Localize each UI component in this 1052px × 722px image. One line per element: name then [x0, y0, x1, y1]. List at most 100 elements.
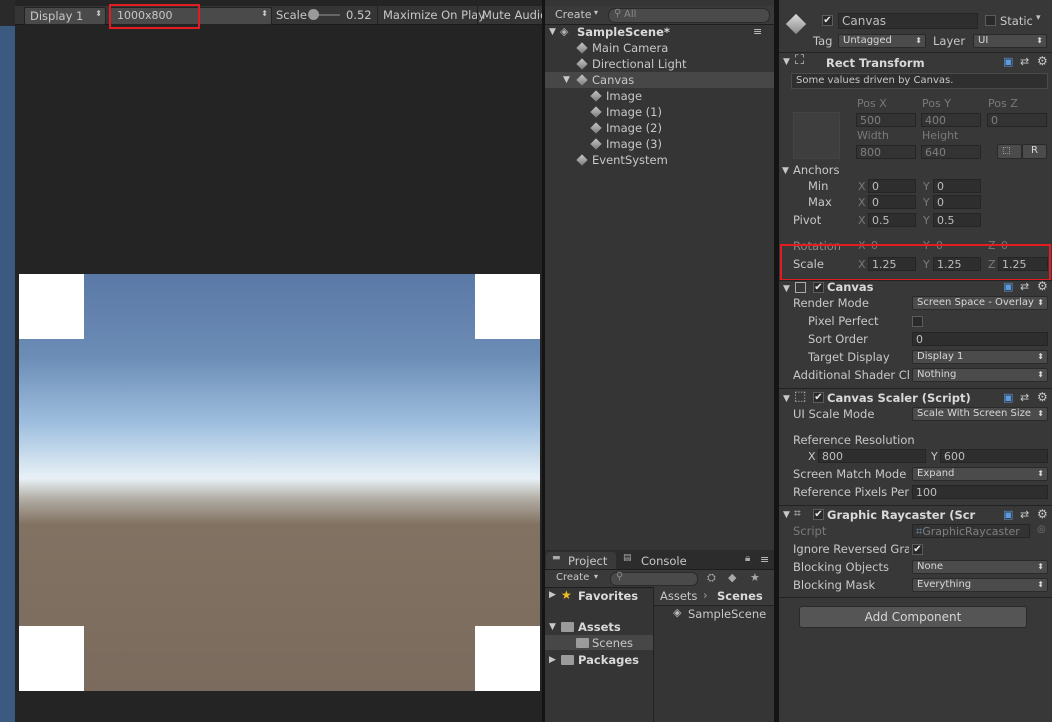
mute-audio-button[interactable]: Mute Audio: [482, 8, 547, 22]
gear-icon[interactable]: ⚙: [1037, 54, 1048, 68]
help-book-icon[interactable]: ▣: [1003, 508, 1013, 521]
height-field[interactable]: 640: [921, 145, 981, 159]
breadcrumb-assets[interactable]: Assets: [660, 589, 697, 603]
preset-icon[interactable]: ⇄: [1020, 508, 1029, 521]
static-checkbox[interactable]: [985, 15, 996, 26]
help-book-icon[interactable]: ▣: [1003, 55, 1013, 68]
ignore-reversed-checkbox[interactable]: ✔: [912, 544, 923, 555]
foldout-arrow-icon[interactable]: ▼: [783, 57, 790, 67]
canvas-enabled-checkbox[interactable]: ✔: [813, 282, 824, 293]
tag-value: Untagged: [843, 35, 892, 46]
anchor-presets-button[interactable]: [793, 112, 840, 159]
project-search-input[interactable]: ⚲: [610, 571, 698, 586]
gear-icon[interactable]: ⚙: [1037, 507, 1048, 521]
chevron-updown-icon: ⬍: [95, 9, 102, 18]
scene-name[interactable]: SampleScene*: [577, 25, 670, 39]
anchor-max-y-field[interactable]: 0: [933, 195, 981, 209]
packages-folder[interactable]: Packages: [578, 653, 639, 667]
reference-ppu-field[interactable]: 100: [912, 485, 1048, 499]
pos-z-field[interactable]: 0: [987, 113, 1047, 127]
width-field[interactable]: 800: [856, 145, 916, 159]
filter-type-icon[interactable]: ⛭: [707, 571, 716, 585]
blocking-mask-dropdown[interactable]: Everything ⬍: [912, 578, 1048, 592]
sort-order-field[interactable]: 0: [912, 332, 1048, 346]
scene-menu-icon[interactable]: ≡: [753, 25, 762, 38]
hierarchy-item-image-1[interactable]: Image (1): [606, 105, 662, 119]
help-book-icon[interactable]: ▣: [1003, 280, 1013, 293]
preset-icon[interactable]: ⇄: [1020, 55, 1029, 68]
project-split-divider[interactable]: [653, 587, 654, 722]
anchor-min-x-field[interactable]: 0: [868, 179, 916, 193]
ref-res-x-field[interactable]: 800: [818, 449, 926, 463]
lock-icon[interactable]: 🔒︎: [745, 553, 750, 564]
blueprint-mode-button[interactable]: ⬚: [997, 144, 1022, 159]
blocking-objects-dropdown[interactable]: None ⬍: [912, 560, 1048, 574]
foldout-arrow-icon[interactable]: ▼: [783, 284, 790, 294]
preset-icon[interactable]: ⇄: [1020, 280, 1029, 293]
expand-arrow-icon[interactable]: ▶: [549, 590, 556, 600]
toolbar-divider: [377, 6, 378, 24]
pivot-y-field[interactable]: 0.5: [933, 213, 981, 227]
layer-dropdown[interactable]: UI ⬍: [973, 34, 1047, 48]
chevron-down-icon: ▾: [594, 8, 599, 17]
scene-asset-file[interactable]: SampleScene: [688, 607, 766, 621]
favorite-star-icon[interactable]: ★: [750, 571, 760, 584]
reference-ppu-label: Reference Pixels Per: [793, 485, 910, 499]
gear-icon[interactable]: ⚙: [1037, 279, 1048, 293]
ref-res-y-field[interactable]: 600: [940, 449, 1048, 463]
display-dropdown[interactable]: Display 1 ⬍: [24, 7, 106, 25]
foldout-arrow-icon[interactable]: ▼: [783, 510, 790, 520]
foldout-arrow-icon[interactable]: ▼: [783, 394, 790, 404]
hierarchy-item-directional-light[interactable]: Directional Light: [592, 57, 687, 71]
scenes-folder[interactable]: Scenes: [592, 636, 633, 650]
chevron-updown-icon: ⬍: [1037, 562, 1044, 571]
render-mode-dropdown[interactable]: Screen Space - Overlay ⬍: [912, 296, 1048, 310]
hierarchy-item-main-camera[interactable]: Main Camera: [592, 41, 668, 55]
pos-y-field[interactable]: 400: [921, 113, 981, 127]
scale-slider-thumb[interactable]: [308, 9, 319, 20]
screen-match-dropdown[interactable]: Expand ⬍: [912, 467, 1048, 481]
help-book-icon[interactable]: ▣: [1003, 391, 1013, 404]
hierarchy-item-eventsystem[interactable]: EventSystem: [592, 153, 668, 167]
label-tag-icon[interactable]: ◆: [728, 571, 736, 584]
assets-folder[interactable]: Assets: [578, 620, 621, 634]
canvas-scaler-enabled-checkbox[interactable]: ✔: [813, 392, 824, 403]
maximize-on-play-button[interactable]: Maximize On Play: [383, 8, 485, 22]
favorites-label[interactable]: Favorites: [578, 589, 638, 603]
collapse-arrow-icon[interactable]: ▼: [549, 622, 556, 632]
hierarchy-search-input[interactable]: ⚲ All: [608, 8, 770, 23]
hierarchy-item-image-3[interactable]: Image (3): [606, 137, 662, 151]
pos-x-field[interactable]: 500: [856, 113, 916, 127]
hierarchy-item-image[interactable]: Image: [606, 89, 642, 103]
active-checkbox[interactable]: ✔: [822, 15, 833, 26]
hierarchy-item-canvas[interactable]: Canvas: [592, 73, 634, 87]
gear-icon[interactable]: ⚙: [1037, 390, 1048, 404]
tab-project[interactable]: ▬ Project: [546, 552, 616, 569]
hierarchy-create-button[interactable]: Create: [555, 8, 592, 21]
raw-edit-button[interactable]: R: [1022, 144, 1047, 159]
object-name-input[interactable]: Canvas: [838, 13, 978, 29]
anchor-max-x-field[interactable]: 0: [868, 195, 916, 209]
additional-shader-dropdown[interactable]: Nothing ⬍: [912, 368, 1048, 382]
raycaster-enabled-checkbox[interactable]: ✔: [813, 509, 824, 520]
pixel-perfect-checkbox[interactable]: [912, 316, 923, 327]
target-display-dropdown[interactable]: Display 1 ⬍: [912, 350, 1048, 364]
anchor-min-y-field[interactable]: 0: [933, 179, 981, 193]
chevron-updown-icon: ⬍: [1037, 298, 1044, 307]
tab-console[interactable]: ▤ Console: [619, 552, 699, 569]
panel-menu-icon[interactable]: ≡: [760, 553, 769, 566]
expand-arrow-icon[interactable]: ▼: [563, 75, 570, 85]
breadcrumb-scenes[interactable]: Scenes: [717, 589, 763, 603]
foldout-arrow-icon[interactable]: ▼: [782, 166, 789, 176]
target-display-label: Target Display: [808, 350, 890, 364]
hierarchy-item-image-2[interactable]: Image (2): [606, 121, 662, 135]
project-create-button[interactable]: Create: [556, 572, 589, 583]
preset-icon[interactable]: ⇄: [1020, 391, 1029, 404]
collapse-arrow-icon[interactable]: ▼: [549, 27, 556, 37]
ui-scale-mode-dropdown[interactable]: Scale With Screen Size ⬍: [912, 407, 1048, 421]
chevron-down-icon[interactable]: ▾: [1036, 13, 1041, 23]
expand-arrow-icon[interactable]: ▶: [549, 655, 556, 665]
tag-dropdown[interactable]: Untagged ⬍: [838, 34, 926, 48]
add-component-button[interactable]: Add Component: [799, 606, 1027, 628]
pivot-x-field[interactable]: 0.5: [868, 213, 916, 227]
